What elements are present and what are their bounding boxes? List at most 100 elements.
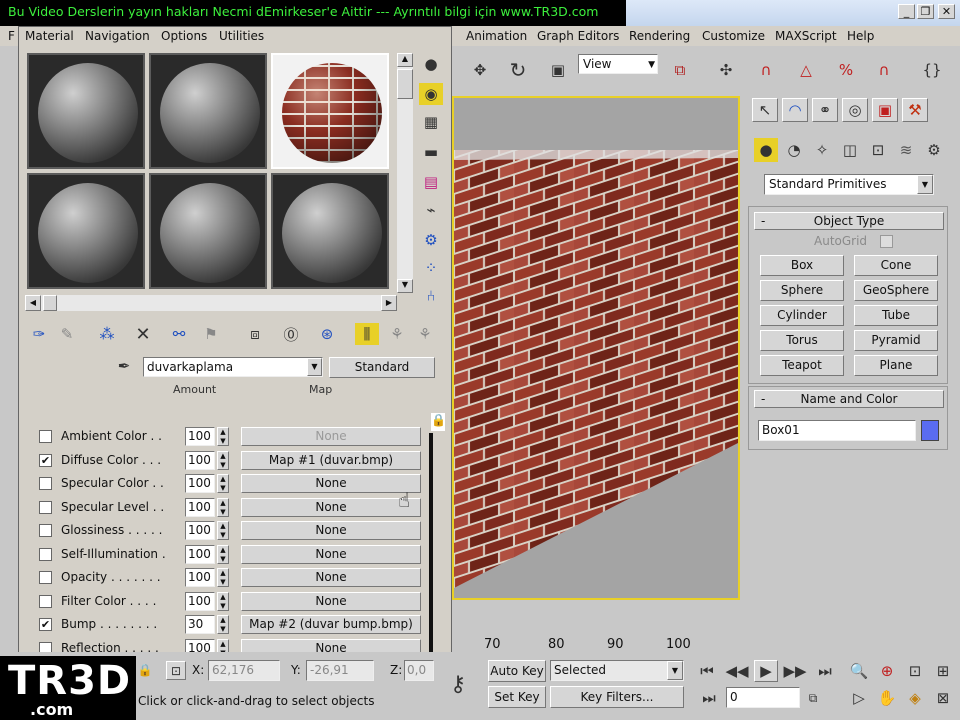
zoom-icon[interactable]: 🔍 bbox=[848, 661, 870, 681]
cone-button[interactable]: Cone bbox=[854, 255, 938, 276]
name-and-color-rollout-header[interactable]: - Name and Color bbox=[754, 390, 944, 408]
map-enable-checkbox[interactable] bbox=[39, 547, 52, 561]
map-enable-checkbox[interactable] bbox=[39, 430, 52, 443]
geometry-icon[interactable]: ● bbox=[754, 138, 778, 162]
z-coordinate-field[interactable]: 0,0 bbox=[404, 660, 434, 681]
sphere-button[interactable]: Sphere bbox=[760, 280, 844, 301]
map-amount-field[interactable]: 100 bbox=[185, 497, 215, 517]
display-tab-icon[interactable]: ▣ bbox=[872, 98, 898, 122]
spinner-snap-icon[interactable]: ∩ bbox=[870, 56, 898, 84]
percent-snap-icon[interactable]: % bbox=[832, 56, 860, 84]
make-preview-icon[interactable]: ⌁ bbox=[419, 199, 443, 221]
sample-type-icon[interactable]: ● bbox=[419, 53, 443, 75]
show-end-result-icon[interactable]: ⊛ bbox=[315, 323, 339, 345]
lock-icon[interactable]: 🔒 bbox=[431, 413, 446, 431]
map-amount-field[interactable]: 100 bbox=[185, 450, 215, 470]
menu-maxscript[interactable]: MAXScript bbox=[775, 26, 837, 46]
map-slot-button[interactable]: None bbox=[241, 591, 421, 611]
map-slot-button[interactable]: Map #1 (duvar.bmp) bbox=[241, 450, 421, 470]
map-slot-button[interactable]: None bbox=[241, 427, 421, 446]
amount-spinner[interactable]: ▲▼ bbox=[217, 591, 229, 611]
map-amount-field[interactable]: 100 bbox=[185, 474, 215, 493]
map-amount-field[interactable]: 100 bbox=[185, 591, 215, 611]
utilities-tab-icon[interactable]: ⚒ bbox=[902, 98, 928, 122]
y-coordinate-field[interactable]: -26,91 bbox=[306, 660, 374, 681]
next-frame-icon[interactable]: ▶▶ bbox=[783, 661, 806, 681]
background-icon[interactable]: ▦ bbox=[419, 111, 443, 133]
mated-menu-material[interactable]: Material bbox=[25, 29, 74, 43]
pivot-icon[interactable]: ⧉ bbox=[666, 56, 694, 84]
create-tab-icon[interactable]: ↖ bbox=[752, 98, 778, 122]
mated-menu-options[interactable]: Options bbox=[161, 29, 207, 43]
key-filters-button[interactable]: Key Filters... bbox=[550, 686, 684, 708]
cameras-icon[interactable]: ◫ bbox=[838, 138, 862, 162]
amount-spinner[interactable]: ▲▼ bbox=[217, 450, 229, 470]
slots-horizontal-scrollbar[interactable]: ◀ ▶ bbox=[25, 295, 397, 311]
reset-map-icon[interactable]: ✕ bbox=[131, 323, 155, 345]
cylinder-button[interactable]: Cylinder bbox=[760, 305, 844, 326]
menu-customize[interactable]: Customize bbox=[702, 26, 765, 46]
map-amount-field[interactable]: 100 bbox=[185, 544, 215, 564]
set-key-button[interactable]: Set Key bbox=[488, 686, 546, 708]
map-slot-button[interactable]: None bbox=[241, 497, 421, 517]
zoom-extents-all-icon[interactable]: ⊞ bbox=[932, 661, 954, 681]
restore-button[interactable]: ❐ bbox=[917, 4, 934, 19]
field-of-view-icon[interactable]: ▷ bbox=[848, 688, 870, 708]
category-dropdown[interactable]: Standard Primitives ▼ bbox=[764, 174, 934, 195]
put-library-icon[interactable]: ⚑ bbox=[199, 323, 223, 345]
pyramid-button[interactable]: Pyramid bbox=[854, 330, 938, 351]
amount-spinner[interactable]: ▲▼ bbox=[217, 521, 229, 540]
material-slot-active[interactable] bbox=[271, 53, 389, 169]
material-slot[interactable] bbox=[149, 53, 267, 169]
lights-icon[interactable]: ✧ bbox=[810, 138, 834, 162]
uv-tiling-icon[interactable]: ▬ bbox=[419, 141, 443, 163]
material-slot[interactable] bbox=[27, 173, 145, 289]
material-slot[interactable] bbox=[27, 53, 145, 169]
amount-spinner[interactable]: ▲▼ bbox=[217, 474, 229, 493]
map-enable-checkbox[interactable]: ✔ bbox=[39, 453, 52, 467]
chevron-down-icon[interactable]: ▼ bbox=[917, 175, 933, 194]
move-icon[interactable]: ✥ bbox=[466, 56, 494, 84]
key-mode-dropdown[interactable]: Selected ▼ bbox=[550, 660, 684, 681]
auto-key-button[interactable]: Auto Key bbox=[488, 660, 546, 682]
map-amount-field[interactable]: 100 bbox=[185, 521, 215, 540]
zoom-all-icon[interactable]: ⊕ bbox=[876, 661, 898, 681]
scroll-thumb[interactable] bbox=[43, 295, 57, 311]
go-forward-sibling-icon[interactable]: ⚘ bbox=[385, 323, 409, 345]
minimize-button[interactable]: _ bbox=[898, 4, 915, 19]
zoom-extents-icon[interactable]: ⊡ bbox=[904, 661, 926, 681]
map-amount-field[interactable]: 30 bbox=[185, 615, 215, 634]
shapes-icon[interactable]: ◔ bbox=[782, 138, 806, 162]
options-icon[interactable]: ⚙ bbox=[419, 229, 443, 251]
scale-icon[interactable]: ▣ bbox=[544, 56, 572, 84]
scroll-thumb[interactable] bbox=[397, 69, 413, 99]
map-enable-checkbox[interactable] bbox=[39, 500, 52, 514]
modify-tab-icon[interactable]: ◠ bbox=[782, 98, 808, 122]
absolute-mode-icon[interactable]: ⊡ bbox=[166, 661, 186, 680]
snap-toggle-icon[interactable]: ∩ bbox=[752, 56, 780, 84]
map-slot-button[interactable]: None bbox=[241, 521, 421, 540]
menu-animation[interactable]: Animation bbox=[466, 26, 527, 46]
play-icon[interactable]: ▶ bbox=[754, 660, 778, 682]
make-unique-icon[interactable]: ⚯ bbox=[167, 323, 191, 345]
menu-rendering[interactable]: Rendering bbox=[629, 26, 690, 46]
material-name-field[interactable]: duvarkaplama ▼ bbox=[143, 357, 323, 377]
mated-menu-navigation[interactable]: Navigation bbox=[85, 29, 150, 43]
box-button[interactable]: Box bbox=[760, 255, 844, 276]
key-icon[interactable]: ⚷ bbox=[442, 672, 474, 697]
material-map-navigator-icon[interactable]: ⑃ bbox=[419, 285, 443, 307]
autogrid-checkbox[interactable] bbox=[880, 235, 893, 248]
object-color-swatch[interactable] bbox=[921, 420, 939, 441]
show-map-icon[interactable]: ⓪ bbox=[279, 323, 303, 345]
material-slot[interactable] bbox=[271, 173, 389, 289]
torus-button[interactable]: Torus bbox=[760, 330, 844, 351]
map-slot-button[interactable]: None bbox=[241, 474, 421, 493]
time-configuration-icon[interactable]: ⧉ bbox=[804, 688, 822, 708]
map-enable-checkbox[interactable] bbox=[39, 477, 52, 490]
plane-button[interactable]: Plane bbox=[854, 355, 938, 376]
slots-vertical-scrollbar[interactable]: ▲ ▼ bbox=[397, 53, 413, 293]
lock-selection-icon[interactable]: 🔒 bbox=[138, 662, 153, 678]
map-amount-field[interactable]: 100 bbox=[185, 568, 215, 587]
pan-hand-icon[interactable]: ✋ bbox=[876, 688, 898, 708]
maximize-viewport-icon[interactable]: ⊠ bbox=[932, 688, 954, 708]
